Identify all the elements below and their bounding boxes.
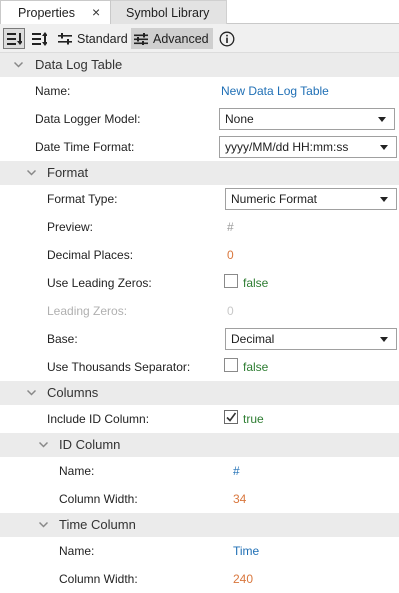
prop-row-format-type: Format Type: Numeric Format bbox=[0, 185, 399, 213]
date-time-format-dropdown[interactable]: yyyy/MM/dd HH:mm:ss bbox=[219, 136, 397, 158]
section-time-column[interactable]: Time Column bbox=[0, 513, 399, 537]
section-title: ID Column bbox=[59, 437, 121, 452]
dropdown-arrow-icon bbox=[378, 117, 386, 122]
chevron-down-icon[interactable] bbox=[27, 388, 36, 397]
advanced-sliders-icon bbox=[134, 32, 148, 45]
data-logger-model-dropdown[interactable]: None bbox=[219, 108, 395, 130]
prop-label: Column Width: bbox=[59, 572, 138, 586]
prop-label: Use Thousands Separator: bbox=[47, 360, 191, 374]
tab-properties-label: Properties bbox=[18, 5, 75, 20]
prop-label: Use Leading Zeros: bbox=[47, 276, 152, 290]
chevron-down-icon[interactable] bbox=[27, 168, 36, 177]
prop-label: Date Time Format: bbox=[35, 140, 135, 154]
chevron-down-icon[interactable] bbox=[39, 520, 48, 529]
prop-label: Decimal Places: bbox=[47, 248, 134, 262]
prop-row-name: Name: New Data Log Table bbox=[0, 77, 399, 105]
dropdown-arrow-icon bbox=[380, 197, 388, 202]
time-column-width-value[interactable]: 240 bbox=[233, 572, 253, 586]
alphabetical-sort-icon bbox=[32, 31, 47, 46]
prop-label: Include ID Column: bbox=[47, 412, 150, 426]
checkmark-icon bbox=[226, 412, 237, 422]
prop-row-include-id-column: Include ID Column: true bbox=[0, 405, 399, 433]
prop-row-date-time-format: Date Time Format: yyyy/MM/dd HH:mm:ss bbox=[0, 133, 399, 161]
prop-row-preview: Preview: # bbox=[0, 213, 399, 241]
toolbar: Standard Advanced bbox=[0, 24, 399, 53]
decimal-places-value[interactable]: 0 bbox=[227, 248, 234, 262]
advanced-view-button[interactable]: Advanced bbox=[131, 28, 213, 49]
section-title: Format bbox=[47, 165, 89, 180]
dropdown-value: None bbox=[225, 112, 254, 126]
section-title: Time Column bbox=[59, 517, 136, 532]
checkbox-value: true bbox=[243, 412, 264, 426]
prop-label: Data Logger Model: bbox=[35, 112, 141, 126]
section-id-column[interactable]: ID Column bbox=[0, 433, 399, 457]
prop-row-use-thousands-separator: Use Thousands Separator: false bbox=[0, 353, 399, 381]
close-icon[interactable]: × bbox=[92, 4, 100, 20]
prop-label: Name: bbox=[35, 84, 71, 98]
prop-label: Name: bbox=[59, 544, 95, 558]
dropdown-value: yyyy/MM/dd HH:mm:ss bbox=[225, 140, 349, 154]
prop-row-time-width: Column Width: 240 bbox=[0, 565, 399, 593]
alphabetical-sort-button[interactable] bbox=[28, 28, 50, 49]
prop-row-base: Base: Decimal bbox=[0, 325, 399, 353]
categorized-sort-button[interactable] bbox=[3, 28, 25, 49]
section-columns[interactable]: Columns bbox=[0, 381, 399, 405]
section-data-log-table[interactable]: Data Log Table bbox=[0, 53, 399, 77]
checkbox-value: false bbox=[243, 276, 269, 290]
dropdown-value: Decimal bbox=[231, 332, 275, 346]
prop-label: Name: bbox=[59, 464, 95, 478]
id-column-width-value[interactable]: 34 bbox=[233, 492, 246, 506]
use-leading-zeros-checkbox[interactable] bbox=[224, 274, 238, 288]
id-column-name-value[interactable]: # bbox=[233, 464, 240, 478]
tab-bar: Properties × Symbol Library bbox=[0, 0, 399, 24]
section-title: Data Log Table bbox=[35, 57, 123, 72]
prop-label: Column Width: bbox=[59, 492, 138, 506]
prop-row-time-name: Name: Time bbox=[0, 537, 399, 565]
checkbox-value: false bbox=[243, 360, 269, 374]
standard-view-button[interactable]: Standard bbox=[55, 28, 130, 49]
standard-label: Standard bbox=[77, 31, 128, 46]
prop-row-decimal-places: Decimal Places: 0 bbox=[0, 241, 399, 269]
format-type-dropdown[interactable]: Numeric Format bbox=[225, 188, 397, 210]
chevron-down-icon[interactable] bbox=[39, 440, 48, 449]
preview-value: # bbox=[227, 220, 234, 234]
section-title: Columns bbox=[47, 385, 99, 400]
info-button[interactable] bbox=[217, 28, 237, 49]
dropdown-arrow-icon bbox=[380, 337, 388, 342]
dropdown-value: Numeric Format bbox=[231, 192, 318, 206]
prop-row-id-width: Column Width: 34 bbox=[0, 485, 399, 513]
tab-symbol-library-label: Symbol Library bbox=[126, 5, 210, 20]
section-format[interactable]: Format bbox=[0, 161, 399, 185]
chevron-down-icon[interactable] bbox=[14, 60, 23, 69]
use-thousands-separator-checkbox[interactable] bbox=[224, 358, 238, 372]
name-value[interactable]: New Data Log Table bbox=[221, 84, 329, 98]
leading-zeros-value: 0 bbox=[227, 304, 234, 318]
prop-label: Format Type: bbox=[47, 192, 118, 206]
prop-label: Base: bbox=[47, 332, 78, 346]
prop-label: Leading Zeros: bbox=[47, 304, 128, 318]
prop-row-use-leading-zeros: Use Leading Zeros: false bbox=[0, 269, 399, 297]
prop-label: Preview: bbox=[47, 220, 94, 234]
categorized-sort-icon bbox=[7, 32, 22, 45]
advanced-label: Advanced bbox=[153, 31, 209, 46]
base-dropdown[interactable]: Decimal bbox=[225, 328, 397, 350]
time-column-name-value[interactable]: Time bbox=[233, 544, 259, 558]
info-icon bbox=[219, 31, 235, 46]
prop-row-leading-zeros: Leading Zeros: 0 bbox=[0, 297, 399, 325]
prop-row-id-name: Name: # bbox=[0, 457, 399, 485]
tab-symbol-library[interactable]: Symbol Library bbox=[111, 0, 227, 24]
dropdown-arrow-icon bbox=[380, 145, 388, 150]
tab-properties[interactable]: Properties × bbox=[0, 0, 111, 24]
sliders-icon bbox=[58, 32, 72, 44]
prop-row-data-logger-model: Data Logger Model: None bbox=[0, 105, 399, 133]
include-id-column-checkbox[interactable] bbox=[224, 410, 238, 424]
